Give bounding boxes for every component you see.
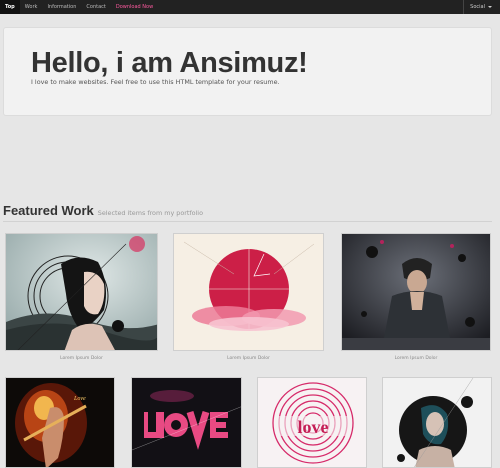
- portfolio-thumb-2[interactable]: [173, 233, 324, 351]
- hero-subtitle: I love to make websites. Feel free to us…: [31, 78, 280, 86]
- love-circles-artwork: love: [258, 378, 366, 467]
- portfolio-thumb-6[interactable]: love: [257, 377, 367, 468]
- red-circle-artwork: [174, 234, 323, 350]
- nav-item-download[interactable]: Download Now: [111, 0, 158, 14]
- portfolio-thumb-5[interactable]: [131, 377, 242, 468]
- artwork-lettering: love: [298, 417, 329, 437]
- woman-portrait-artwork: [6, 234, 157, 350]
- woman-splash-artwork: [383, 378, 491, 467]
- portfolio-caption-2: Lorem Ipsum Dolor: [227, 356, 270, 361]
- nav-item-top[interactable]: Top: [0, 0, 20, 14]
- love-typography-artwork: [132, 378, 241, 467]
- section-subtitle: Selected items from my portfolio: [97, 209, 203, 217]
- hero-panel: Hello, i am Ansimuz! I love to make webs…: [3, 27, 492, 116]
- social-dropdown[interactable]: Social: [463, 0, 500, 14]
- nav-item-information[interactable]: Information: [42, 0, 81, 14]
- portfolio-thumb-4[interactable]: Love: [5, 377, 115, 468]
- portfolio-thumb-1[interactable]: [5, 233, 158, 351]
- chevron-down-icon: [488, 5, 492, 8]
- page-title: Hello, i am Ansimuz!: [31, 47, 308, 79]
- section-title: Featured Work: [3, 203, 94, 218]
- man-praying-artwork: [342, 234, 490, 350]
- fire-guitar-artwork: Love: [6, 378, 114, 467]
- featured-heading: Featured Work Selected items from my por…: [3, 203, 203, 218]
- portfolio-caption-3: Lorem Ipsum Dolor: [394, 356, 438, 361]
- nav-item-work[interactable]: Work: [20, 0, 43, 14]
- top-navbar: Top Work Information Contact Download No…: [0, 0, 500, 14]
- portfolio-caption-1: Lorem Ipsum Dolor: [60, 356, 103, 361]
- artwork-lettering: Love: [73, 396, 86, 402]
- nav-item-contact[interactable]: Contact: [81, 0, 110, 14]
- section-divider: [3, 221, 492, 222]
- social-label: Social: [470, 4, 485, 10]
- portfolio-thumb-3[interactable]: [341, 233, 491, 351]
- portfolio-thumb-7[interactable]: [382, 377, 492, 468]
